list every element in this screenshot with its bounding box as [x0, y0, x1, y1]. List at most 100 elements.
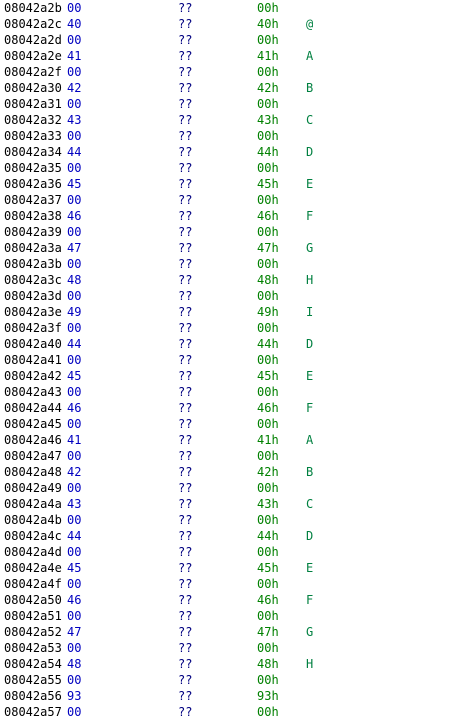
address-cell[interactable]: 08042a40	[4, 336, 62, 352]
address-cell[interactable]: 08042a52	[4, 624, 62, 640]
address-cell[interactable]: 08042a3d	[4, 288, 62, 304]
listing-row[interactable]: 08042a37 00?? 00h	[0, 192, 450, 208]
listing-row[interactable]: 08042a34 44?? 44h D	[0, 144, 450, 160]
address-cell[interactable]: 08042a4f	[4, 576, 62, 592]
address-cell[interactable]: 08042a34	[4, 144, 62, 160]
listing-row[interactable]: 08042a44 46?? 46h F	[0, 400, 450, 416]
listing-row[interactable]: 08042a55 00?? 00h	[0, 672, 450, 688]
address-cell[interactable]: 08042a4b	[4, 512, 62, 528]
address-cell[interactable]: 08042a2b	[4, 0, 62, 16]
address-cell[interactable]: 08042a4c	[4, 528, 62, 544]
address-cell[interactable]: 08042a2f	[4, 64, 62, 80]
address-cell[interactable]: 08042a37	[4, 192, 62, 208]
operand-cell: 46h	[257, 401, 279, 415]
listing-row[interactable]: 08042a56 93?? 93h	[0, 688, 450, 704]
listing-row[interactable]: 08042a4c 44?? 44h D	[0, 528, 450, 544]
listing-row[interactable]: 08042a3a 47?? 47h G	[0, 240, 450, 256]
listing-row[interactable]: 08042a2f 00?? 00h	[0, 64, 450, 80]
listing-row[interactable]: 08042a32 43?? 43h C	[0, 112, 450, 128]
address-cell[interactable]: 08042a43	[4, 384, 62, 400]
listing-row[interactable]: 08042a49 00?? 00h	[0, 480, 450, 496]
operand-cell: 00h	[257, 289, 279, 303]
listing-row[interactable]: 08042a2d 00?? 00h	[0, 32, 450, 48]
address-cell[interactable]: 08042a50	[4, 592, 62, 608]
address-cell[interactable]: 08042a32	[4, 112, 62, 128]
address-cell[interactable]: 08042a3a	[4, 240, 62, 256]
address-cell[interactable]: 08042a4a	[4, 496, 62, 512]
address-cell[interactable]: 08042a53	[4, 640, 62, 656]
address-cell[interactable]: 08042a4d	[4, 544, 62, 560]
address-cell[interactable]: 08042a2c	[4, 16, 62, 32]
address-cell[interactable]: 08042a55	[4, 672, 62, 688]
listing-row[interactable]: 08042a3b 00?? 00h	[0, 256, 450, 272]
listing-row[interactable]: 08042a3e 49?? 49h I	[0, 304, 450, 320]
mnemonic-cell: ??	[178, 33, 193, 47]
listing-row[interactable]: 08042a57 00?? 00h	[0, 704, 450, 716]
address-cell[interactable]: 08042a3f	[4, 320, 62, 336]
mnemonic-cell: ??	[178, 545, 193, 559]
listing-row[interactable]: 08042a3f 00?? 00h	[0, 320, 450, 336]
listing-row[interactable]: 08042a54 48?? 48h H	[0, 656, 450, 672]
address-cell[interactable]: 08042a35	[4, 160, 62, 176]
address-cell[interactable]: 08042a3c	[4, 272, 62, 288]
listing-row[interactable]: 08042a2b 00?? 00h	[0, 0, 450, 16]
listing-row[interactable]: 08042a45 00?? 00h	[0, 416, 450, 432]
address-cell[interactable]: 08042a51	[4, 608, 62, 624]
listing-row[interactable]: 08042a2e 41?? 41h A	[0, 48, 450, 64]
mnemonic-cell: ??	[178, 561, 193, 575]
listing-row[interactable]: 08042a50 46?? 46h F	[0, 592, 450, 608]
address-cell[interactable]: 08042a56	[4, 688, 62, 704]
listing-row[interactable]: 08042a47 00?? 00h	[0, 448, 450, 464]
address-cell[interactable]: 08042a57	[4, 704, 62, 716]
byte-value-cell: 46	[67, 401, 82, 415]
listing-row[interactable]: 08042a41 00?? 00h	[0, 352, 450, 368]
listing-row[interactable]: 08042a46 41?? 41h A	[0, 432, 450, 448]
address-cell[interactable]: 08042a41	[4, 352, 62, 368]
listing-row[interactable]: 08042a52 47?? 47h G	[0, 624, 450, 640]
listing-row[interactable]: 08042a53 00?? 00h	[0, 640, 450, 656]
address-cell[interactable]: 08042a48	[4, 464, 62, 480]
listing-row[interactable]: 08042a3d 00?? 00h	[0, 288, 450, 304]
address-cell[interactable]: 08042a54	[4, 656, 62, 672]
address-cell[interactable]: 08042a42	[4, 368, 62, 384]
listing-row[interactable]: 08042a43 00?? 00h	[0, 384, 450, 400]
address-cell[interactable]: 08042a38	[4, 208, 62, 224]
listing-row[interactable]: 08042a42 45?? 45h E	[0, 368, 450, 384]
byte-value-cell: 00	[67, 385, 82, 399]
address-cell[interactable]: 08042a2d	[4, 32, 62, 48]
listing-row[interactable]: 08042a48 42?? 42h B	[0, 464, 450, 480]
address-cell[interactable]: 08042a49	[4, 480, 62, 496]
listing-row[interactable]: 08042a2c 40?? 40h @	[0, 16, 450, 32]
code-listing[interactable]: 08042a2b 00?? 00h 08042a2c 40?? 40h @08042a2d 0…	[0, 0, 450, 716]
operand-cell: 00h	[257, 481, 279, 495]
address-cell[interactable]: 08042a4e	[4, 560, 62, 576]
listing-row[interactable]: 08042a38 46?? 46h F	[0, 208, 450, 224]
listing-row[interactable]: 08042a40 44?? 44h D	[0, 336, 450, 352]
listing-row[interactable]: 08042a39 00?? 00h	[0, 224, 450, 240]
address-cell[interactable]: 08042a47	[4, 448, 62, 464]
listing-row[interactable]: 08042a4a 43?? 43h C	[0, 496, 450, 512]
address-cell[interactable]: 08042a44	[4, 400, 62, 416]
listing-row[interactable]: 08042a31 00?? 00h	[0, 96, 450, 112]
listing-row[interactable]: 08042a30 42?? 42h B	[0, 80, 450, 96]
listing-row[interactable]: 08042a4b 00?? 00h	[0, 512, 450, 528]
address-cell[interactable]: 08042a2e	[4, 48, 62, 64]
address-cell[interactable]: 08042a30	[4, 80, 62, 96]
address-cell[interactable]: 08042a36	[4, 176, 62, 192]
address-cell[interactable]: 08042a3b	[4, 256, 62, 272]
listing-row[interactable]: 08042a51 00?? 00h	[0, 608, 450, 624]
listing-row[interactable]: 08042a35 00?? 00h	[0, 160, 450, 176]
address-cell[interactable]: 08042a33	[4, 128, 62, 144]
listing-row[interactable]: 08042a4e 45?? 45h E	[0, 560, 450, 576]
mnemonic-cell: ??	[178, 241, 193, 255]
address-cell[interactable]: 08042a31	[4, 96, 62, 112]
listing-row[interactable]: 08042a36 45?? 45h E	[0, 176, 450, 192]
listing-row[interactable]: 08042a4d 00?? 00h	[0, 544, 450, 560]
listing-row[interactable]: 08042a4f 00?? 00h	[0, 576, 450, 592]
listing-row[interactable]: 08042a33 00?? 00h	[0, 128, 450, 144]
address-cell[interactable]: 08042a3e	[4, 304, 62, 320]
address-cell[interactable]: 08042a46	[4, 432, 62, 448]
listing-row[interactable]: 08042a3c 48?? 48h H	[0, 272, 450, 288]
address-cell[interactable]: 08042a45	[4, 416, 62, 432]
address-cell[interactable]: 08042a39	[4, 224, 62, 240]
